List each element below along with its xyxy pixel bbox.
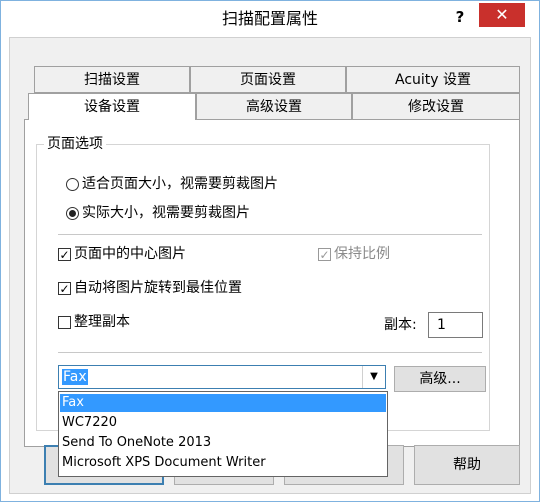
checkbox-keep-ratio[interactable]: ✓ — [318, 248, 331, 261]
separator — [58, 352, 482, 353]
checkbox-center-image-label: 页面中的中心图片 — [74, 246, 186, 262]
title-bar: 扫描配置属性 ? ✕ — [1, 1, 539, 37]
checkmark-icon: ✓ — [319, 248, 330, 262]
checkbox-auto-rotate-label: 自动将图片旋转到最佳位置 — [74, 280, 242, 296]
tab-modify-settings[interactable]: 修改设置 — [352, 93, 520, 120]
advanced-button[interactable]: 高级... — [394, 366, 486, 392]
copies-label: 副本: — [384, 317, 417, 333]
list-item[interactable]: Microsoft XPS Document Writer — [60, 454, 386, 472]
page-options-title: 页面选项 — [44, 134, 106, 154]
help-button[interactable]: 帮助 — [414, 445, 520, 485]
printer-dropdown-list: Fax WC7220 Send To OneNote 2013 Microsof… — [58, 391, 388, 477]
checkbox-keep-ratio-label: 保持比例 — [334, 246, 390, 262]
tab-acuity-settings[interactable]: Acuity 设置 — [346, 66, 520, 93]
radio-actual-size[interactable] — [66, 207, 79, 220]
checkbox-center-image[interactable]: ✓ — [58, 248, 71, 261]
separator — [58, 234, 482, 235]
radio-selected-dot — [69, 210, 76, 217]
close-icon: ✕ — [495, 5, 509, 24]
checkmark-icon: ✓ — [59, 248, 70, 262]
copies-input[interactable]: 1 — [428, 312, 483, 338]
printer-dropdown[interactable]: Fax ▼ — [58, 365, 386, 389]
tab-scan-settings[interactable]: 扫描设置 — [34, 66, 190, 93]
list-item[interactable]: WC7220 — [60, 414, 386, 432]
tab-advanced-settings[interactable]: 高级设置 — [196, 93, 352, 120]
checkbox-collate-label: 整理副本 — [74, 314, 130, 330]
list-item[interactable]: Send To OneNote 2013 — [60, 434, 386, 452]
help-question-button[interactable]: ? — [445, 5, 475, 29]
checkbox-collate[interactable] — [58, 316, 71, 329]
checkmark-icon: ✓ — [59, 282, 70, 296]
radio-fit-page-label: 适合页面大小，视需要剪裁图片 — [82, 176, 278, 192]
radio-fit-page[interactable] — [66, 178, 79, 191]
chevron-down-icon[interactable]: ▼ — [362, 366, 385, 388]
printer-dropdown-value: Fax — [62, 369, 88, 385]
scan-config-dialog: 扫描配置属性 ? ✕ 扫描设置 页面设置 Acuity 设置 设备设置 高级设置… — [0, 0, 540, 502]
list-item[interactable]: Fax — [60, 394, 386, 412]
checkbox-auto-rotate[interactable]: ✓ — [58, 282, 71, 295]
tab-device-settings[interactable]: 设备设置 — [28, 93, 196, 120]
close-button[interactable]: ✕ — [479, 3, 525, 27]
tab-page-settings[interactable]: 页面设置 — [190, 66, 346, 93]
radio-actual-size-label: 实际大小，视需要剪裁图片 — [82, 205, 250, 221]
